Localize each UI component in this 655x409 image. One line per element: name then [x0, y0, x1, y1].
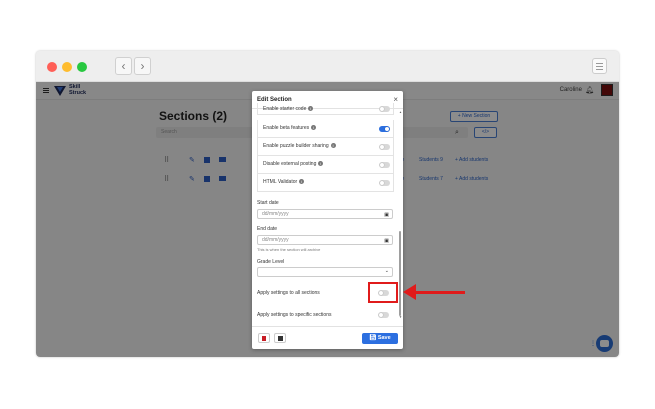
back-button[interactable]: ‹: [115, 57, 132, 75]
setting-html-validator: HTML Validator i: [257, 174, 394, 192]
close-window-button[interactable]: [47, 62, 57, 72]
setting-disable-external-posting: Disable external posting i: [257, 156, 394, 174]
setting-enable-beta-features: Enable beta features i: [257, 120, 394, 138]
toggle-enable-puzzle-builder-sharing[interactable]: [379, 144, 390, 150]
chevron-down-icon: ⌄: [384, 268, 389, 274]
info-icon[interactable]: i: [318, 161, 324, 167]
delete-button[interactable]: [258, 333, 270, 343]
setting-label: Enable beta features i: [263, 125, 317, 131]
modal-scrollbar[interactable]: ▲ ▼: [399, 109, 402, 323]
setting-label: HTML Validator i: [263, 179, 305, 185]
apply-all-sections-label: Apply settings to all sections: [257, 290, 320, 296]
apply-specific-sections-label: Apply settings to specific sections: [257, 312, 332, 318]
setting-label-text: Enable starter code: [263, 106, 307, 112]
info-icon[interactable]: i: [330, 143, 336, 149]
modal-footer-divider: [252, 326, 403, 327]
toggle-enable-beta-features[interactable]: [379, 126, 390, 132]
setting-label: Enable starter code i: [263, 106, 314, 112]
close-icon[interactable]: ×: [393, 95, 398, 104]
end-date-label: End date: [257, 226, 278, 232]
scroll-up-arrow-icon[interactable]: ▲: [399, 110, 402, 114]
archive-button[interactable]: [274, 333, 286, 343]
toggle-enable-starter-code[interactable]: [379, 106, 390, 112]
start-date-input[interactable]: dd/mm/yyyy ▣: [257, 209, 393, 219]
grade-level-label: Grade Level: [257, 259, 285, 265]
info-icon[interactable]: i: [308, 106, 314, 112]
setting-label-text: Disable external posting: [263, 161, 317, 167]
archive-icon: [278, 336, 283, 341]
annotation-arrow-line: [414, 291, 465, 294]
toggle-apply-specific-sections[interactable]: [378, 312, 389, 318]
grade-level-select[interactable]: ⌄: [257, 267, 393, 277]
maximize-window-button[interactable]: [77, 62, 87, 72]
info-icon[interactable]: i: [311, 125, 317, 131]
calendar-icon[interactable]: ▣: [384, 237, 389, 245]
setting-label: Disable external posting i: [263, 161, 324, 167]
title-bar: ‹ ›: [36, 51, 619, 82]
setting-enable-starter-code: Enable starter code i: [257, 103, 394, 115]
info-icon[interactable]: i: [299, 179, 305, 185]
scroll-down-arrow-icon[interactable]: ▼: [399, 315, 402, 319]
save-button[interactable]: 💾︎ Save: [362, 333, 398, 344]
start-date-label: Start date: [257, 200, 279, 206]
setting-label-text: Enable beta features: [263, 125, 310, 131]
scrollbar-thumb[interactable]: [399, 231, 401, 316]
setting-label: Enable puzzle builder sharing i: [263, 143, 336, 149]
calendar-icon[interactable]: ▣: [384, 211, 389, 219]
edit-section-modal: Edit Section × Enable starter code i Enab…: [252, 91, 403, 349]
end-date-help-text: This is when the section will archive: [257, 247, 321, 252]
setting-label-text: Enable puzzle builder sharing: [263, 143, 329, 149]
annotation-highlight-box: [368, 282, 398, 303]
end-date-placeholder: dd/mm/yyyy: [262, 237, 289, 243]
save-button-label: Save: [377, 335, 391, 341]
minimize-window-button[interactable]: [62, 62, 72, 72]
start-date-placeholder: dd/mm/yyyy: [262, 211, 289, 217]
browser-menu-button[interactable]: [592, 58, 607, 74]
setting-enable-puzzle-builder-sharing: Enable puzzle builder sharing i: [257, 138, 394, 156]
trash-icon: [262, 336, 266, 341]
toggle-disable-external-posting[interactable]: [379, 162, 390, 168]
forward-button[interactable]: ›: [134, 57, 151, 75]
toggle-html-validator[interactable]: [379, 180, 390, 186]
end-date-input[interactable]: dd/mm/yyyy ▣: [257, 235, 393, 245]
setting-label-text: HTML Validator: [263, 179, 298, 185]
